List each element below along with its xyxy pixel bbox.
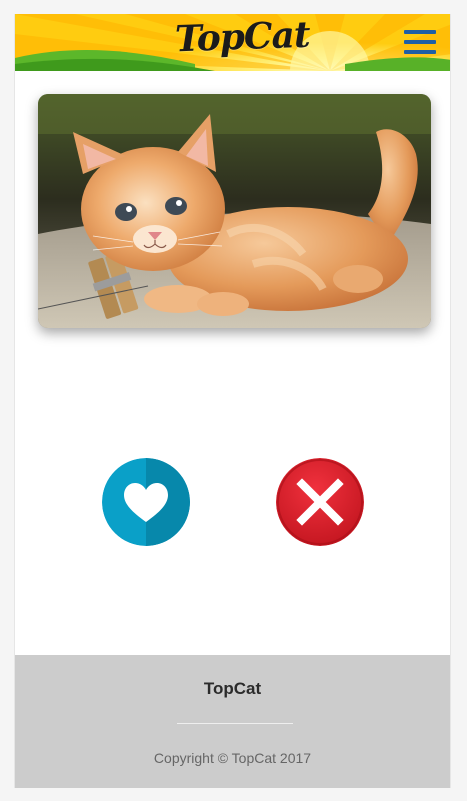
like-button[interactable] — [102, 458, 190, 546]
menu-bar — [404, 40, 436, 44]
reject-button[interactable] — [276, 458, 364, 546]
cat-photo-card — [38, 94, 431, 328]
kitten-photo — [38, 94, 431, 328]
header-banner: TopCat — [15, 14, 450, 71]
footer-divider — [177, 723, 293, 724]
hamburger-menu-icon[interactable] — [404, 30, 436, 56]
copyright-text: Copyright © TopCat 2017 — [153, 750, 312, 766]
app-frame: TopCat TopCat Copyright © TopCat 2017 — [14, 14, 451, 788]
menu-bar — [404, 30, 436, 34]
menu-bar — [404, 50, 436, 54]
footer-title: TopCat — [203, 679, 262, 698]
close-icon — [276, 458, 364, 546]
app-logo: TopCat — [174, 14, 311, 61]
heart-icon — [102, 458, 190, 546]
footer: TopCat Copyright © TopCat 2017 — [15, 655, 450, 788]
